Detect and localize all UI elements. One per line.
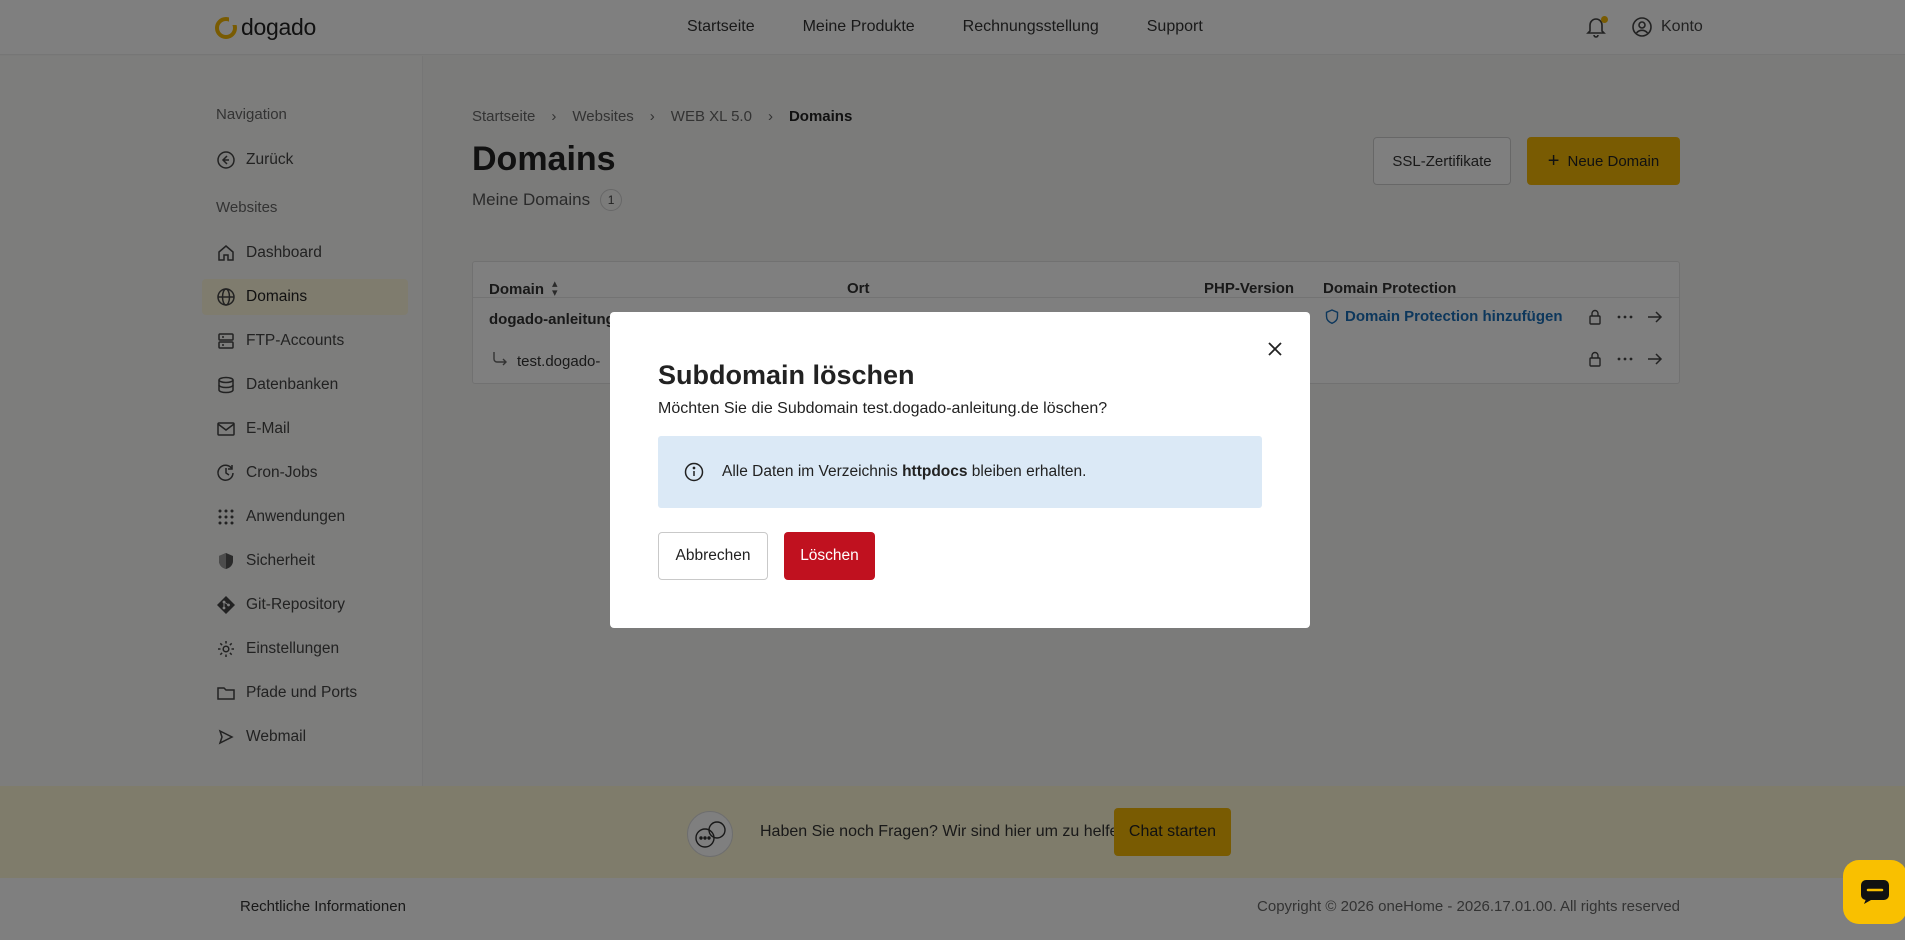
dialog-title: Subdomain löschen	[658, 360, 915, 390]
info-directory-name: httpdocs	[902, 463, 968, 480]
cancel-button[interactable]: Abbrechen	[658, 532, 768, 580]
info-notice: Alle Daten im Verzeichnis httpdocs bleib…	[658, 436, 1262, 508]
info-prefix: Alle Daten im Verzeichnis	[722, 463, 903, 480]
dialog-message: Möchten Sie die Subdomain test.dogado-an…	[658, 400, 1108, 417]
chat-bubble-icon	[1861, 880, 1889, 904]
delete-subdomain-dialog: Subdomain löschen Möchten Sie die Subdom…	[610, 312, 1310, 628]
info-notice-text: Alle Daten im Verzeichnis httpdocs bleib…	[722, 463, 1086, 481]
chat-widget-button[interactable]	[1843, 860, 1905, 924]
info-icon	[684, 462, 704, 482]
close-icon[interactable]	[1263, 337, 1287, 361]
delete-button[interactable]: Löschen	[784, 532, 875, 580]
info-suffix: bleiben erhalten.	[967, 463, 1087, 480]
